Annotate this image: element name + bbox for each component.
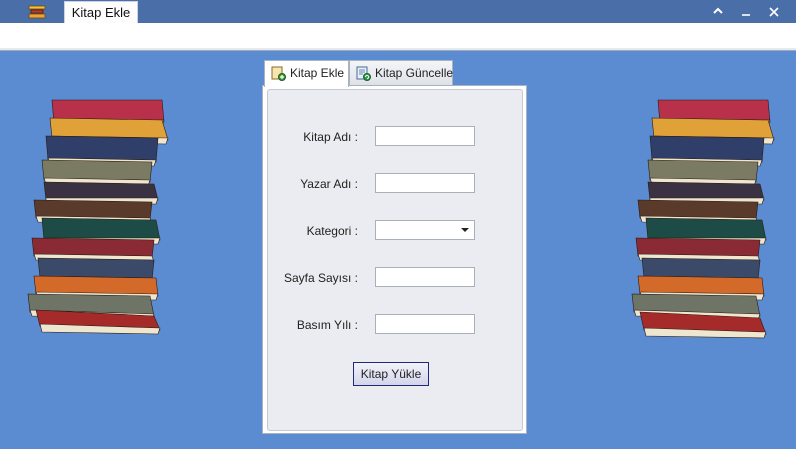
add-document-icon — [271, 66, 286, 81]
kategori-label: Kategori : — [306, 224, 358, 238]
ribbon-bar — [0, 23, 796, 51]
book-stack-left-image — [27, 99, 169, 335]
yazar-adi-label: Yazar Adı : — [300, 177, 358, 191]
minimize-button[interactable] — [735, 2, 757, 22]
tab-kitap-guncelle[interactable]: Kitap Güncelle — [349, 60, 453, 86]
title-bar: Kitap Ekle — [0, 0, 796, 23]
sayfa-sayisi-label: Sayfa Sayısı : — [283, 271, 358, 285]
book-stack-right-image — [631, 99, 775, 339]
chevron-up-icon — [713, 7, 723, 14]
form-panel: Kitap Adı : Yazar Adı : Kategori : Sayfa… — [267, 89, 523, 431]
close-button[interactable] — [763, 2, 785, 22]
kitap-adi-input[interactable] — [375, 126, 475, 146]
close-icon — [769, 7, 779, 17]
yazar-adi-input[interactable] — [375, 173, 475, 193]
tab-kitap-guncelle-label: Kitap Güncelle — [375, 66, 454, 80]
basim-yili-input[interactable] — [375, 314, 475, 334]
tab-page-kitap-ekle: Kitap Adı : Yazar Adı : Kategori : Sayfa… — [262, 85, 527, 434]
kategori-select[interactable] — [375, 220, 475, 240]
document-tab[interactable]: Kitap Ekle — [64, 1, 138, 23]
kitap-adi-label: Kitap Adı : — [303, 130, 358, 144]
update-document-icon — [356, 66, 371, 81]
book-tab-control: Kitap Ekle Kitap Güncelle Kitap Adı : Ya… — [262, 60, 527, 434]
kitap-yukle-button[interactable]: Kitap Yükle — [353, 362, 429, 386]
tab-kitap-ekle-label: Kitap Ekle — [290, 66, 345, 80]
app-logo-icon[interactable] — [28, 4, 46, 20]
basim-yili-label: Basım Yılı : — [296, 318, 358, 332]
chevron-down-icon[interactable] — [461, 228, 469, 232]
ribbon-divider — [0, 48, 796, 51]
tab-kitap-ekle[interactable]: Kitap Ekle — [264, 60, 349, 87]
restore-button[interactable] — [707, 2, 729, 22]
sayfa-sayisi-input[interactable] — [375, 267, 475, 287]
minimize-icon — [742, 14, 750, 16]
